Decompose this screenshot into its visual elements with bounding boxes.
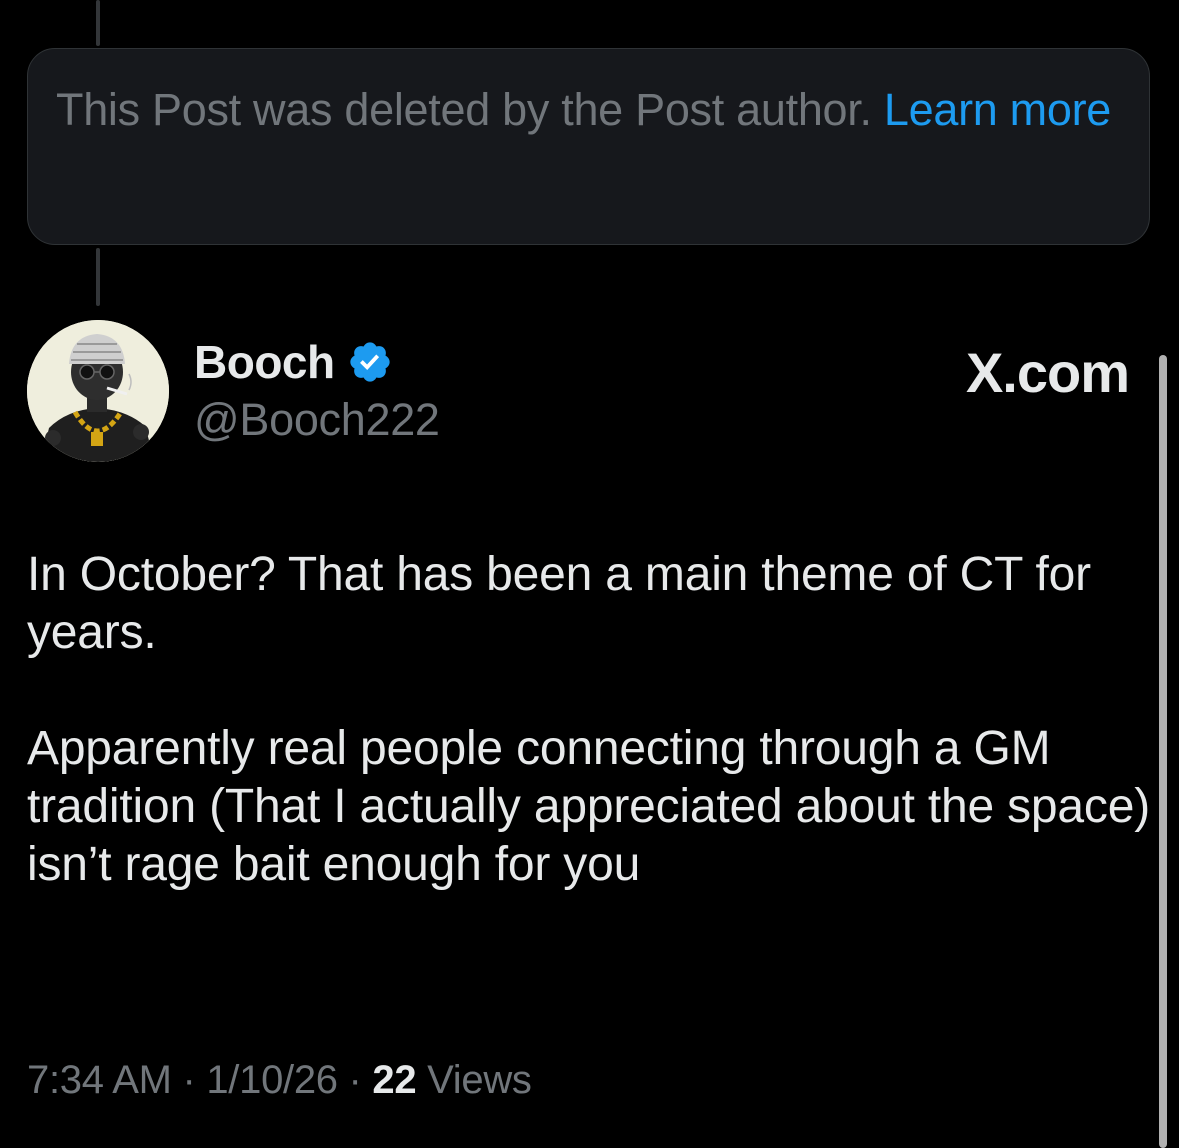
- avatar-illustration: [27, 320, 169, 462]
- deleted-notice-text: This Post was deleted by the Post author…: [56, 84, 872, 135]
- post-body: In October? That has been a main theme o…: [27, 546, 1157, 894]
- post-metadata: 7:34 AM · 1/10/26 · 22 Views: [27, 1058, 532, 1103]
- thread-connector-top: [96, 0, 100, 46]
- source-label: X.com: [965, 341, 1130, 404]
- post-paragraph: In October? That has been a main theme o…: [27, 548, 1091, 659]
- post-paragraph: Apparently real people connecting throug…: [27, 722, 1151, 891]
- avatar[interactable]: [27, 320, 169, 462]
- author-name-row[interactable]: Booch: [194, 334, 393, 390]
- learn-more-link[interactable]: Learn more: [884, 84, 1111, 135]
- meta-separator: ·: [182, 1058, 196, 1102]
- views-count: 22: [372, 1058, 417, 1102]
- post-time[interactable]: 7:34 AM: [27, 1058, 172, 1102]
- post-date[interactable]: 1/10/26: [206, 1058, 338, 1102]
- deleted-post-notice: This Post was deleted by the Post author…: [27, 48, 1150, 245]
- scrollbar[interactable]: [1159, 355, 1167, 1148]
- verified-badge-icon: [349, 342, 390, 382]
- author-handle[interactable]: @Booch222: [194, 394, 440, 446]
- thread-connector-mid: [96, 248, 100, 306]
- author-display-name[interactable]: Booch: [194, 335, 335, 389]
- views-label: Views: [427, 1058, 532, 1102]
- meta-separator: ·: [348, 1058, 362, 1102]
